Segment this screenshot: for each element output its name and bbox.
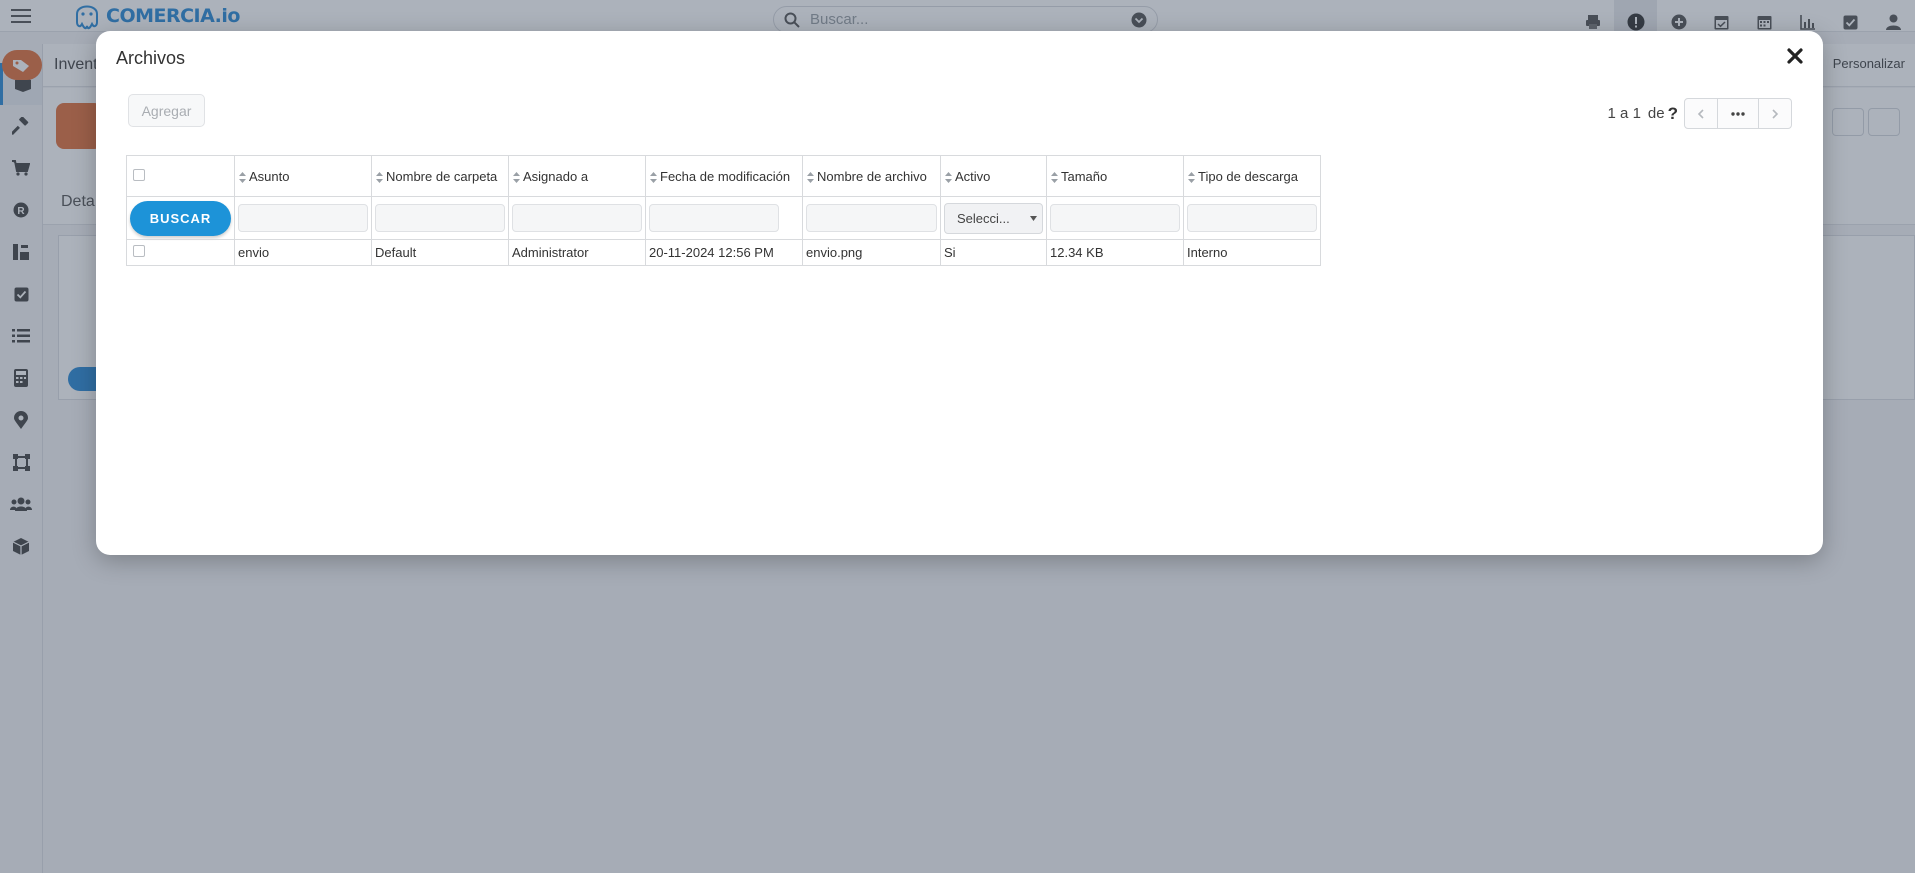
filter-fecha-input[interactable] (649, 204, 779, 232)
sort-icon (376, 171, 383, 183)
chevron-right-icon (1772, 108, 1779, 119)
column-label: Tamaño (1061, 168, 1108, 184)
cell-asunto[interactable]: envio (234, 239, 372, 266)
files-table: Asunto Nombre de carpeta Asignado a Fech… (126, 155, 1321, 266)
column-header[interactable]: Tamaño (1046, 155, 1184, 197)
filter-row: BUSCAR Selecci... (126, 196, 1321, 240)
filter-asignado-input[interactable] (512, 204, 642, 232)
search-button[interactable]: BUSCAR (130, 200, 231, 236)
column-header[interactable]: Tipo de descarga (1183, 155, 1321, 197)
sort-icon (1188, 171, 1195, 183)
select-all-checkbox[interactable] (133, 168, 145, 181)
filter-asunto-input[interactable] (238, 204, 368, 232)
filter-archivo-input[interactable] (806, 204, 937, 232)
modal-title: Archivos (116, 48, 186, 68)
filter-tipo-input[interactable] (1187, 204, 1317, 232)
sort-icon (807, 171, 814, 183)
pagination: 1 a 1 de ? (1608, 98, 1792, 129)
filter-tamano-input[interactable] (1050, 204, 1180, 232)
next-page-button[interactable] (1758, 98, 1792, 129)
sort-icon (1051, 171, 1058, 183)
pager-of: de (1647, 105, 1665, 122)
column-label: Asignado a (523, 168, 589, 184)
cell-fecha: 20-11-2024 12:56 PM (645, 239, 803, 266)
prev-page-button[interactable] (1684, 98, 1718, 129)
column-label: Nombre de archivo (817, 168, 927, 184)
column-header[interactable]: Asignado a (508, 155, 646, 197)
filter-activo-select[interactable]: Selecci... (944, 202, 1043, 234)
filter-carpeta-input[interactable] (375, 204, 505, 232)
sort-icon (945, 171, 952, 183)
caret-down-icon (1030, 215, 1037, 221)
ellipsis-icon (1731, 111, 1745, 116)
column-header[interactable]: Fecha de modificación (645, 155, 803, 197)
more-pages-button[interactable] (1718, 98, 1758, 129)
pager-range: 1 a 1 (1607, 105, 1641, 122)
pager-info: 1 a 1 de ? (1608, 104, 1678, 124)
close-icon[interactable] (1784, 45, 1806, 67)
table-row[interactable]: envio Default Administrator 20-11-2024 1… (126, 239, 1321, 266)
column-label: Asunto (249, 168, 290, 184)
cell-tamano: 12.34 KB (1046, 239, 1184, 266)
column-label: Activo (955, 168, 991, 184)
row-checkbox[interactable] (133, 245, 145, 257)
column-header[interactable]: Nombre de archivo (802, 155, 941, 197)
help-icon[interactable]: ? (1668, 104, 1678, 124)
column-header[interactable]: Asunto (234, 155, 372, 197)
sort-icon (513, 171, 520, 183)
cell-activo: Si (940, 239, 1047, 266)
column-label: Tipo de descarga (1198, 168, 1298, 184)
add-button[interactable]: Agregar (128, 94, 205, 127)
sort-icon (650, 171, 657, 183)
column-label: Fecha de modificación (660, 168, 791, 184)
select-value: Selecci... (957, 210, 1010, 226)
cell-archivo[interactable]: envio.png (802, 239, 941, 266)
column-header[interactable]: Activo (940, 155, 1047, 197)
column-label: Nombre de carpeta (386, 168, 498, 184)
sort-icon (239, 171, 246, 183)
files-modal: Archivos Agregar 1 a 1 de ? Asunto Nombr… (96, 31, 1823, 555)
column-header[interactable]: Nombre de carpeta (371, 155, 509, 197)
cell-carpeta: Default (371, 239, 509, 266)
chevron-left-icon (1697, 108, 1704, 119)
cell-tipo: Interno (1183, 239, 1321, 266)
table-header-row: Asunto Nombre de carpeta Asignado a Fech… (126, 155, 1321, 197)
cell-asignado: Administrator (508, 239, 646, 266)
